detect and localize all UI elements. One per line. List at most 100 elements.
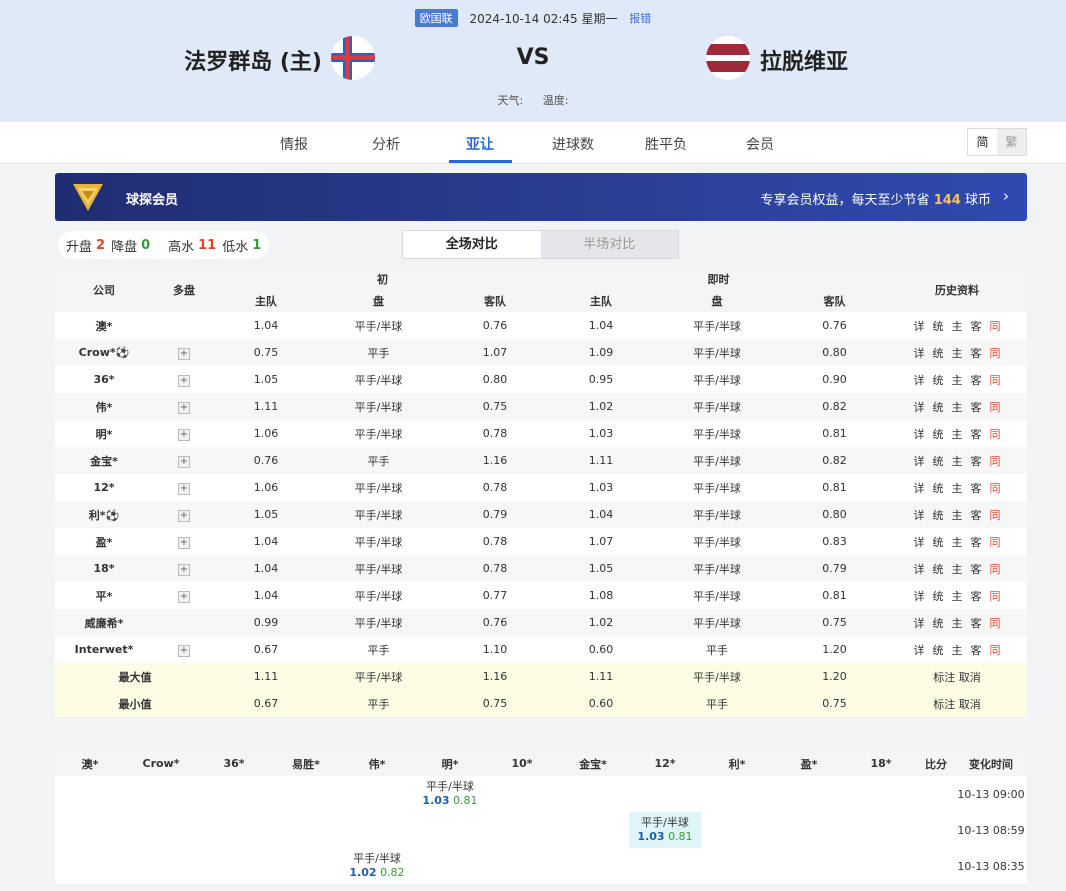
- member-banner[interactable]: 球探会员 专享会员权益，每天至少节省 144 球币 ›: [55, 173, 1027, 221]
- history-link[interactable]: 统: [933, 426, 944, 442]
- mark-link[interactable]: 标注: [933, 671, 955, 684]
- history-link[interactable]: 统: [933, 399, 944, 415]
- company-name[interactable]: 伟*: [55, 393, 153, 420]
- history-link[interactable]: 主: [952, 453, 963, 469]
- history-link[interactable]: 详: [914, 534, 925, 550]
- tab-intel[interactable]: 情报: [280, 134, 308, 154]
- history-link[interactable]: 统: [933, 372, 944, 388]
- company-name[interactable]: 盈*: [55, 528, 153, 555]
- cancel-link[interactable]: 取消: [959, 698, 981, 711]
- history-link[interactable]: 统: [933, 453, 944, 469]
- company-name[interactable]: Crow*⚽: [55, 339, 153, 366]
- expand-plus-icon[interactable]: +: [178, 482, 190, 495]
- history-link[interactable]: 同: [990, 588, 1001, 604]
- company-name[interactable]: 明*: [55, 420, 153, 447]
- history-link[interactable]: 同: [990, 480, 1001, 496]
- history-link[interactable]: 客: [971, 453, 982, 469]
- history-link[interactable]: 同: [990, 534, 1001, 550]
- history-link[interactable]: 客: [971, 642, 982, 658]
- company-name[interactable]: 12*: [55, 474, 153, 501]
- history-link[interactable]: 同: [990, 642, 1001, 658]
- report-error-link[interactable]: 报错: [629, 10, 651, 26]
- history-link[interactable]: 详: [914, 426, 925, 442]
- expand-plus-icon[interactable]: +: [178, 563, 190, 576]
- expand-plus-icon[interactable]: +: [178, 347, 190, 360]
- history-link[interactable]: 同: [990, 345, 1001, 361]
- history-link[interactable]: 同: [990, 453, 1001, 469]
- history-link[interactable]: 客: [971, 534, 982, 550]
- league-badge[interactable]: 欧国联: [414, 9, 458, 27]
- history-link[interactable]: 客: [971, 588, 982, 604]
- history-link[interactable]: 统: [933, 534, 944, 550]
- history-link[interactable]: 统: [933, 615, 944, 631]
- history-link[interactable]: 详: [914, 642, 925, 658]
- history-link[interactable]: 主: [952, 642, 963, 658]
- company-name[interactable]: 澳*: [55, 312, 153, 339]
- history-link[interactable]: 主: [952, 480, 963, 496]
- expand-plus-icon[interactable]: +: [178, 509, 190, 522]
- history-link[interactable]: 同: [990, 507, 1001, 523]
- traditional-chinese-button[interactable]: 繁: [997, 129, 1026, 155]
- tab-asian-handicap[interactable]: 亚让: [466, 134, 494, 154]
- history-link[interactable]: 主: [952, 588, 963, 604]
- history-link[interactable]: 统: [933, 588, 944, 604]
- history-link[interactable]: 主: [952, 372, 963, 388]
- history-link[interactable]: 客: [971, 480, 982, 496]
- company-name[interactable]: 金宝*: [55, 447, 153, 474]
- full-match-button[interactable]: 全场对比: [403, 231, 541, 258]
- history-link[interactable]: 客: [971, 426, 982, 442]
- simplified-chinese-button[interactable]: 简: [968, 129, 997, 155]
- company-name[interactable]: Interwet*: [55, 636, 153, 663]
- history-link[interactable]: 详: [914, 480, 925, 496]
- history-link[interactable]: 客: [971, 561, 982, 577]
- history-link[interactable]: 客: [971, 345, 982, 361]
- expand-plus-icon[interactable]: +: [178, 644, 190, 657]
- away-team-name[interactable]: 拉脱维亚: [760, 44, 848, 76]
- tab-1x2[interactable]: 胜平负: [645, 134, 687, 154]
- history-link[interactable]: 统: [933, 480, 944, 496]
- history-link[interactable]: 详: [914, 453, 925, 469]
- history-link[interactable]: 同: [990, 426, 1001, 442]
- history-link[interactable]: 主: [952, 615, 963, 631]
- chevron-right-icon[interactable]: ›: [1003, 187, 1009, 205]
- history-link[interactable]: 主: [952, 345, 963, 361]
- expand-plus-icon[interactable]: +: [178, 374, 190, 387]
- history-link[interactable]: 详: [914, 588, 925, 604]
- expand-plus-icon[interactable]: +: [178, 590, 190, 603]
- history-link[interactable]: 统: [933, 507, 944, 523]
- expand-plus-icon[interactable]: +: [178, 536, 190, 549]
- history-link[interactable]: 同: [990, 399, 1001, 415]
- half-match-button[interactable]: 半场对比: [541, 231, 679, 258]
- tab-analysis[interactable]: 分析: [372, 134, 400, 154]
- history-link[interactable]: 客: [971, 372, 982, 388]
- history-link[interactable]: 详: [914, 615, 925, 631]
- history-link[interactable]: 主: [952, 399, 963, 415]
- history-link[interactable]: 同: [990, 561, 1001, 577]
- history-link[interactable]: 主: [952, 534, 963, 550]
- history-link[interactable]: 主: [952, 426, 963, 442]
- history-link[interactable]: 同: [990, 615, 1001, 631]
- expand-plus-icon[interactable]: +: [178, 428, 190, 441]
- history-link[interactable]: 详: [914, 507, 925, 523]
- history-link[interactable]: 客: [971, 507, 982, 523]
- history-link[interactable]: 详: [914, 399, 925, 415]
- history-link[interactable]: 同: [990, 372, 1001, 388]
- expand-plus-icon[interactable]: +: [178, 455, 190, 468]
- history-link[interactable]: 客: [971, 318, 982, 334]
- history-link[interactable]: 统: [933, 345, 944, 361]
- history-link[interactable]: 客: [971, 615, 982, 631]
- history-link[interactable]: 详: [914, 372, 925, 388]
- history-link[interactable]: 统: [933, 318, 944, 334]
- history-link[interactable]: 统: [933, 642, 944, 658]
- cancel-link[interactable]: 取消: [959, 671, 981, 684]
- tab-member[interactable]: 会员: [746, 134, 774, 154]
- tab-goals[interactable]: 进球数: [552, 134, 594, 154]
- history-link[interactable]: 详: [914, 318, 925, 334]
- company-name[interactable]: 利*⚽: [55, 501, 153, 528]
- mark-link[interactable]: 标注: [933, 698, 955, 711]
- company-name[interactable]: 威廉希*: [55, 609, 153, 636]
- history-link[interactable]: 详: [914, 345, 925, 361]
- history-link[interactable]: 主: [952, 318, 963, 334]
- company-name[interactable]: 平*: [55, 582, 153, 609]
- history-link[interactable]: 同: [990, 318, 1001, 334]
